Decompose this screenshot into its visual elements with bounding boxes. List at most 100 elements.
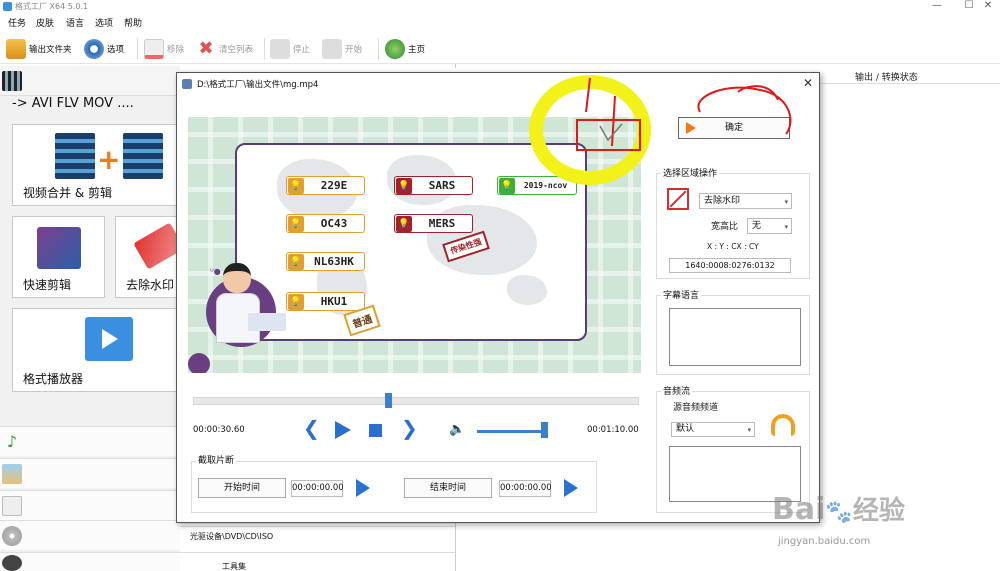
menu-task[interactable]: 任务 (8, 16, 26, 29)
video-category-header[interactable] (0, 66, 180, 96)
coordinate-label: X : Y : CX : CY (707, 242, 759, 251)
play-to-end-button[interactable] (564, 479, 578, 497)
clear-list-button[interactable]: ✖ 清空列表 (196, 37, 253, 61)
virus-name: SARS (428, 179, 456, 192)
toolbar: 输出文件夹 选项 移除 ✖ 清空列表 停止 开始 主页 (0, 34, 1000, 64)
region-mode-select[interactable]: 去除水印 ▾ (699, 193, 792, 209)
virus-tag: 💡 OC43 (286, 214, 365, 233)
volume-thumb[interactable] (541, 422, 548, 438)
virus-tag: 💡 MERS (394, 214, 473, 233)
image-category[interactable] (0, 458, 180, 488)
left-panel: -> AVI FLV MOV .... + 视频合并 & 剪辑 快速剪辑 去除水… (0, 66, 180, 571)
film-strip-icon (2, 71, 22, 91)
bulb-icon: 💡 (396, 215, 412, 232)
subtitle-group-title: 字幕语言 (661, 288, 702, 301)
menu-language[interactable]: 语言 (66, 16, 84, 29)
audio-channel-value: 默认 (676, 424, 695, 434)
coordinate-field[interactable]: 1640:0008:0276:0132 (669, 258, 791, 273)
video-preview[interactable]: 💡 229E 💡 SARS 💡 2019-ncov 💡 OC43 💡 MERS 传染性强 … (188, 117, 641, 373)
aspect-ratio-value: 无 (752, 221, 762, 231)
seek-bar[interactable] (193, 397, 639, 405)
watermark-eraser-icon (133, 222, 179, 270)
remove-button[interactable]: 移除 (144, 37, 184, 61)
stop-playback-button[interactable] (369, 424, 382, 437)
tile-label: 快速剪辑 (23, 278, 72, 292)
options-button[interactable]: 选项 (84, 37, 124, 61)
confirm-arrow-icon (686, 122, 696, 134)
output-status-column[interactable]: 输出 / 转换状态 (855, 70, 918, 83)
virus-name: MERS (428, 217, 456, 230)
clip-group-title: 截取片断 (196, 453, 237, 466)
play-from-start-button[interactable] (356, 479, 370, 497)
app-titlebar: 格式工厂 X64 5.0.1 — ☐ ✕ (0, 0, 1000, 14)
disc-row-extension: 光驱设备\DVD\CD\ISO (180, 526, 455, 546)
audio-category[interactable]: ♪ (0, 426, 180, 456)
bulb-icon: 💡 (499, 177, 515, 194)
output-folder-button[interactable]: 输出文件夹 (6, 37, 72, 61)
remove-icon (144, 39, 164, 59)
subtitle-list[interactable] (669, 308, 801, 366)
close-button[interactable]: ✕ (976, 0, 1000, 13)
tile-video-merge[interactable]: + 视频合并 & 剪辑 (12, 124, 180, 206)
baidu-watermark: Bai🐾经验 (772, 490, 905, 527)
virus-tag: 💡 229E (286, 176, 365, 195)
audio-channel-select[interactable]: 默认 ▾ (671, 422, 755, 437)
remove-label: 移除 (167, 45, 185, 55)
volume-slider[interactable] (477, 430, 547, 433)
seek-thumb[interactable] (385, 393, 392, 408)
disc-category[interactable] (0, 520, 180, 550)
paw-icon: 🐾 (825, 500, 853, 525)
headphones-icon[interactable] (771, 414, 795, 436)
media-player-icon (85, 317, 133, 361)
stop-label: 停止 (293, 45, 311, 55)
next-button[interactable]: ❯ (401, 418, 418, 438)
play-button[interactable] (335, 421, 351, 439)
home-button[interactable]: 主页 (385, 37, 425, 61)
tools-gear-icon (2, 555, 22, 571)
dialog-close-button[interactable]: ✕ (803, 76, 813, 90)
start-time-button[interactable]: 开始时间 (198, 478, 286, 498)
tile-format-player[interactable]: 格式播放器 (12, 308, 180, 392)
menu-skin[interactable]: 皮肤 (36, 16, 54, 29)
options-gear-icon (84, 39, 104, 59)
end-time-field[interactable]: 00:00:00.00 (499, 480, 552, 497)
app-icon (3, 2, 12, 11)
aspect-ratio-select[interactable]: 无 ▾ (747, 218, 792, 234)
audio-group-title: 音频流 (661, 384, 693, 397)
tools-category-label: 工具集 (222, 562, 246, 571)
world-map-card (235, 143, 587, 341)
music-note-icon: ♪ (6, 432, 18, 451)
plus-icon: + (97, 143, 121, 176)
virus-tag: 💡 NL63HK (286, 252, 365, 271)
region-select-icon[interactable] (667, 188, 689, 210)
bulb-icon: 💡 (288, 177, 304, 194)
watermark-brand: Bai (772, 492, 826, 527)
start-label: 开始 (345, 45, 363, 55)
menu-options[interactable]: 选项 (95, 16, 113, 29)
virus-name: 2019-ncov (523, 181, 568, 190)
start-button[interactable]: 开始 (322, 37, 362, 61)
region-group: 选择区域操作 去除水印 ▾ 宽高比 无 ▾ X : Y : CX : CY 1640… (656, 166, 810, 279)
home-globe-icon (385, 39, 405, 59)
chevron-down-icon: ▾ (747, 426, 751, 434)
toolbar-separator (378, 38, 379, 60)
start-time-field[interactable]: 00:00:00.00 (291, 480, 344, 497)
chevron-down-icon: ▾ (784, 198, 788, 206)
chevron-down-icon: ▾ (784, 223, 788, 231)
decor-dots: ᵁ● (210, 267, 221, 276)
minimize-button[interactable]: — (925, 0, 949, 13)
aspect-ratio-label: 宽高比 (711, 222, 739, 232)
laptop-icon (248, 313, 286, 331)
tile-quick-cut[interactable]: 快速剪辑 (12, 216, 105, 298)
video-formats-line[interactable]: -> AVI FLV MOV .... (12, 96, 180, 118)
document-category[interactable] (0, 490, 180, 520)
tools-row-extension: 工具集 (180, 552, 455, 571)
previous-button[interactable]: ❮ (303, 418, 320, 438)
tile-remove-watermark[interactable]: 去除水印 (115, 216, 180, 298)
end-time-button[interactable]: 结束时间 (404, 478, 492, 498)
toolbar-separator (264, 38, 265, 60)
stop-button[interactable]: 停止 (270, 37, 310, 61)
tools-category[interactable] (0, 552, 180, 571)
menu-help[interactable]: 帮助 (124, 16, 142, 29)
volume-icon[interactable]: 🔈 (449, 422, 465, 437)
